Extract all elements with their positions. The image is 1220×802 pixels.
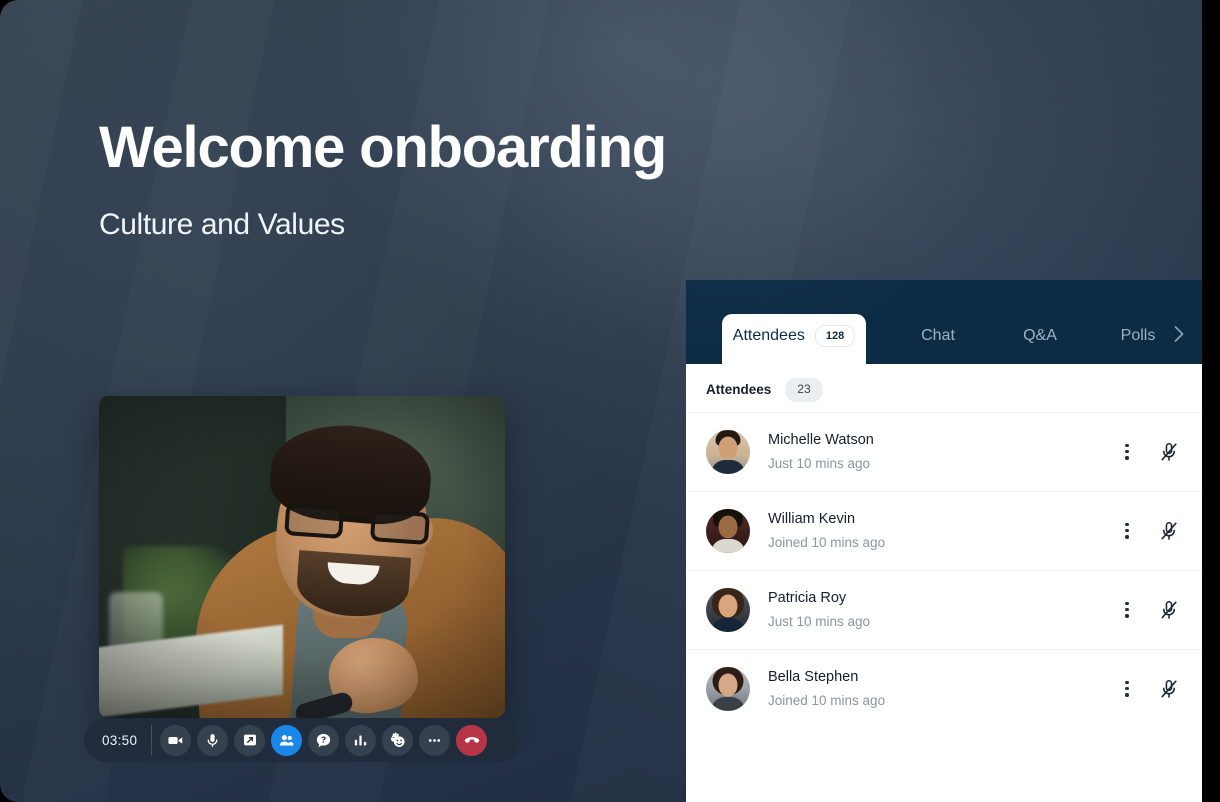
phone-hangup-icon: [464, 737, 479, 743]
attendee-info: Michelle Watson Just 10 mins ago: [768, 432, 1118, 471]
end-call-button[interactable]: [456, 724, 488, 756]
tab-chat-label: Chat: [921, 327, 955, 344]
microphone-muted-icon[interactable]: [1156, 518, 1182, 544]
camera-button[interactable]: [160, 724, 192, 756]
tab-chat[interactable]: Chat: [890, 308, 986, 364]
attendee-actions: [1118, 597, 1182, 623]
screenshot-root: Welcome onboarding Culture and Values 03…: [0, 0, 1220, 802]
video-vignette: [99, 396, 505, 718]
call-control-toolbar: 03:50: [84, 718, 520, 762]
attendee-status: Joined 10 mins ago: [768, 693, 886, 709]
question-bubble-icon: [317, 733, 331, 747]
more-menu-icon[interactable]: [1118, 520, 1136, 542]
attendee-list-label: Attendees: [706, 382, 772, 398]
share-screen-icon: [243, 734, 256, 746]
attendee-name: William Kevin: [768, 511, 856, 528]
participants-button[interactable]: [271, 724, 303, 756]
microphone-icon: [207, 733, 218, 747]
reactions-button[interactable]: [382, 724, 414, 756]
attendee-list-header: Attendees 23: [686, 364, 1202, 412]
avatar: [706, 508, 750, 553]
tab-qa[interactable]: Q&A: [992, 308, 1088, 364]
meeting-stage: Welcome onboarding Culture and Values 03…: [0, 0, 1202, 802]
ellipsis-icon: [429, 738, 441, 742]
attendee-status: Just 10 mins ago: [768, 614, 871, 630]
table-row[interactable]: Bella Stephen Joined 10 mins ago: [686, 648, 1202, 728]
toolbar-divider: [151, 725, 153, 755]
avatar: [706, 587, 750, 632]
attendee-status: Joined 10 mins ago: [768, 535, 886, 551]
more-options-button[interactable]: [419, 724, 451, 756]
panel-header: Attendees 128 Chat Q&A Polls: [686, 280, 1202, 364]
more-menu-icon[interactable]: [1118, 441, 1136, 463]
attendee-count-badge: 23: [785, 378, 823, 402]
microphone-button[interactable]: [197, 724, 229, 756]
attendee-actions: [1118, 676, 1182, 702]
more-menu-icon[interactable]: [1118, 678, 1136, 700]
tab-attendees[interactable]: Attendees 128: [722, 308, 866, 364]
attendee-info: Patricia Roy Just 10 mins ago: [768, 590, 1118, 629]
table-row[interactable]: Michelle Watson Just 10 mins ago: [686, 411, 1202, 491]
attendee-name: Michelle Watson: [768, 432, 874, 449]
tab-polls-label: Polls: [1120, 327, 1156, 344]
microphone-muted-icon[interactable]: [1156, 439, 1182, 465]
table-row[interactable]: William Kevin Joined 10 mins ago: [686, 490, 1202, 570]
attendee-status: Just 10 mins ago: [768, 456, 871, 472]
tab-polls[interactable]: Polls: [1094, 308, 1182, 364]
attendee-info: William Kevin Joined 10 mins ago: [768, 511, 1118, 550]
video-camera-icon: [168, 736, 183, 744]
speaker-video-tile[interactable]: [99, 396, 505, 718]
meeting-side-panel: Attendees 128 Chat Q&A Polls Attendees 2…: [686, 280, 1202, 802]
tab-qa-label: Q&A: [1023, 327, 1057, 344]
attendee-name: Patricia Roy: [768, 590, 847, 607]
avatar: [706, 429, 750, 474]
attendee-name: Bella Stephen: [768, 669, 859, 686]
share-screen-button[interactable]: [234, 724, 266, 756]
raised-hand-smiley-icon: [390, 732, 405, 747]
attendee-info: Bella Stephen Joined 10 mins ago: [768, 669, 1118, 708]
polls-button[interactable]: [345, 724, 377, 756]
table-row[interactable]: Patricia Roy Just 10 mins ago: [686, 569, 1202, 649]
attendee-actions: [1118, 518, 1182, 544]
tab-attendees-badge: 128: [814, 324, 856, 348]
panel-body: Attendees 23 Michelle Watson Just 10 min…: [686, 364, 1202, 802]
microphone-muted-icon[interactable]: [1156, 676, 1182, 702]
attendee-actions: [1118, 439, 1182, 465]
question-answer-button[interactable]: [308, 724, 340, 756]
more-menu-icon[interactable]: [1118, 599, 1136, 621]
page-title: Welcome onboarding: [99, 115, 667, 180]
page-subtitle: Culture and Values: [99, 208, 345, 241]
people-icon: [280, 734, 294, 745]
panel-tabs: Attendees 128 Chat Q&A Polls: [686, 308, 1202, 364]
avatar: [706, 666, 750, 711]
chevron-right-icon[interactable]: [1172, 324, 1186, 348]
microphone-muted-icon[interactable]: [1156, 597, 1182, 623]
bar-chart-icon: [355, 735, 367, 745]
call-timer: 03:50: [102, 732, 138, 748]
tab-attendees-label: Attendees: [732, 327, 805, 344]
